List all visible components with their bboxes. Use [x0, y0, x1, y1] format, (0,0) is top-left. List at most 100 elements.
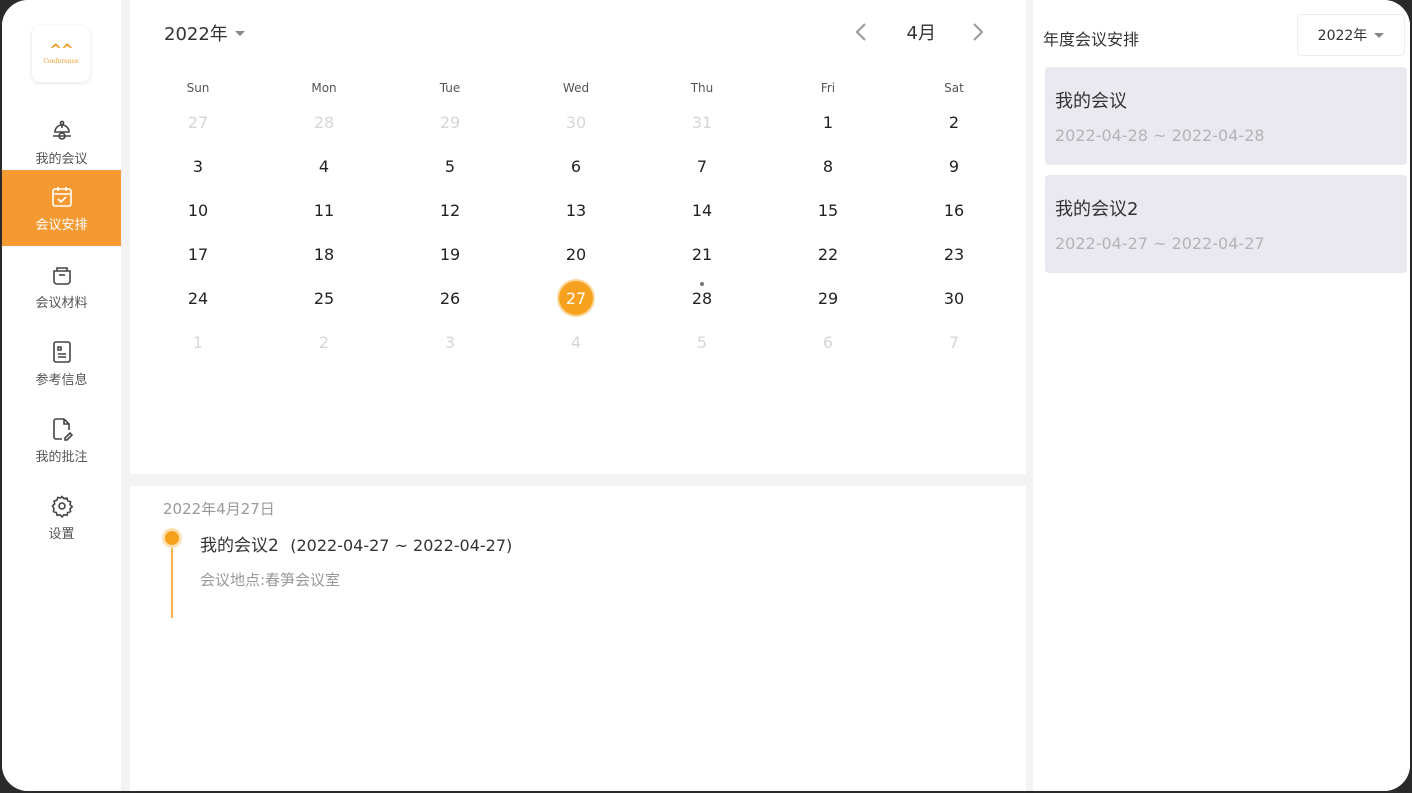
agenda-event-range: (2022-04-27 ~ 2022-04-27) [290, 536, 513, 555]
calendar-day[interactable]: 6 [513, 144, 639, 188]
calendar-day[interactable]: 1 [765, 100, 891, 144]
weekday-label: Sun [186, 81, 210, 95]
calendar-day-number: 2 [318, 332, 330, 352]
calendar-day[interactable]: 18 [261, 232, 387, 276]
calendar-day[interactable]: 2 [261, 320, 387, 364]
calendar-day[interactable]: 9 [891, 144, 1017, 188]
calendar-day[interactable]: 10 [135, 188, 261, 232]
calendar-days: 27 28 29 30 31 1 2 3 4 5 6 7 8 9 10 11 12 13 14 15 16 17 18 19 2… [130, 100, 1026, 364]
sidebar-item-reference-info[interactable]: 参考信息 [2, 325, 121, 401]
calendar-day-number: 26 [439, 288, 461, 308]
calendar-day-number: 15 [817, 200, 839, 220]
sidebar: ^^ Conference 我的会议 会议安排 会议材料 参考信息 我的批注 设… [2, 0, 121, 791]
calendar-day[interactable]: 5 [639, 320, 765, 364]
logo-mark: ^^ [49, 41, 73, 59]
annual-schedule-title: 年度会议安排 [1043, 30, 1140, 49]
calendar-day-number: 31 [691, 112, 713, 132]
calendar-day-number: 6 [822, 332, 834, 352]
calendar-day-number: 5 [444, 156, 456, 176]
calendar-day[interactable]: 2 [891, 100, 1017, 144]
weekday-label: Fri [820, 81, 836, 95]
meeting-card[interactable]: 我的会议2 2022-04-27 ~ 2022-04-27 [1045, 175, 1407, 273]
calendar-day-number: 14 [691, 200, 713, 220]
calendar-day-number: 30 [565, 112, 587, 132]
logo-text: Conference [43, 58, 79, 65]
agenda-event[interactable]: 我的会议2 (2022-04-27 ~ 2022-04-27) [200, 531, 512, 556]
prev-month-button[interactable] [849, 19, 873, 45]
next-month-button[interactable] [966, 19, 990, 45]
calendar-day-number: 27 [559, 281, 593, 315]
calendar-day[interactable]: 31 [639, 100, 765, 144]
calendar-day[interactable]: 30 [513, 100, 639, 144]
calendar-day[interactable]: 28 [639, 276, 765, 320]
calendar-day[interactable]: 28 [261, 100, 387, 144]
calendar-day[interactable]: 8 [765, 144, 891, 188]
calendar-day[interactable]: 3 [135, 144, 261, 188]
caret-down-icon [1374, 32, 1385, 38]
calendar-day-number: 12 [439, 200, 461, 220]
current-month: 4月 [906, 23, 936, 44]
calendar-day[interactable]: 24 [135, 276, 261, 320]
calendar-day[interactable]: 3 [387, 320, 513, 364]
calendar-day[interactable]: 17 [135, 232, 261, 276]
calendar-day[interactable]: 6 [765, 320, 891, 364]
calendar-day-number: 20 [565, 244, 587, 264]
sidebar-item-meeting-materials[interactable]: 会议材料 [2, 248, 121, 324]
calendar-day-number: 3 [192, 156, 204, 176]
agenda-date: 2022年4月27日 [163, 500, 275, 518]
calendar-day[interactable]: 11 [261, 188, 387, 232]
calendar-day[interactable]: 29 [765, 276, 891, 320]
document-icon [49, 339, 75, 365]
calendar-day-selected[interactable]: 27 [513, 276, 639, 320]
calendar-day[interactable]: 7 [639, 144, 765, 188]
calendar-day[interactable]: 20 [513, 232, 639, 276]
calendar-day[interactable]: 13 [513, 188, 639, 232]
meeting-card[interactable]: 我的会议 2022-04-28 ~ 2022-04-28 [1045, 67, 1407, 165]
calendar-day[interactable]: 23 [891, 232, 1017, 276]
calendar-day-number: 28 [691, 288, 713, 308]
calendar-day[interactable]: 27 [135, 100, 261, 144]
sidebar-item-label: 会议材料 [35, 295, 88, 311]
calendar-day[interactable]: 30 [891, 276, 1017, 320]
calendar-day[interactable]: 25 [261, 276, 387, 320]
meeting-icon [49, 118, 75, 144]
calendar-day[interactable]: 19 [387, 232, 513, 276]
weekday-label: Wed [562, 81, 590, 95]
calendar-day-number: 17 [187, 244, 209, 264]
calendar-day[interactable]: 4 [261, 144, 387, 188]
calendar-day[interactable]: 21 [639, 232, 765, 276]
calendar-day[interactable]: 1 [135, 320, 261, 364]
calendar-day[interactable]: 14 [639, 188, 765, 232]
calendar-day[interactable]: 16 [891, 188, 1017, 232]
calendar-day-number: 8 [822, 156, 834, 176]
sidebar-item-settings[interactable]: 设置 [2, 479, 121, 555]
calendar-day-number: 23 [943, 244, 965, 264]
calendar-day[interactable]: 26 [387, 276, 513, 320]
sidebar-item-my-annotations[interactable]: 我的批注 [2, 402, 121, 478]
calendar-day-number: 27 [187, 112, 209, 132]
calendar-day-number: 6 [570, 156, 582, 176]
year-dropdown[interactable]: 2022年 [164, 20, 245, 46]
calendar-day-number: 25 [313, 288, 335, 308]
calendar-day[interactable]: 22 [765, 232, 891, 276]
calendar-day[interactable]: 15 [765, 188, 891, 232]
calendar-day[interactable]: 12 [387, 188, 513, 232]
calendar-day[interactable]: 4 [513, 320, 639, 364]
calendar-day[interactable]: 7 [891, 320, 1017, 364]
calendar-day-number: 4 [318, 156, 330, 176]
weekday-header: Sun Mon Tue Wed Thu Fri Sat [130, 76, 1026, 100]
calendar-day-number: 16 [943, 200, 965, 220]
calendar-day[interactable]: 5 [387, 144, 513, 188]
gear-icon [49, 493, 75, 519]
sidebar-item-meeting-schedule[interactable]: 会议安排 [2, 170, 121, 246]
agenda-event-location: 会议地点:春笋会议室 [200, 571, 341, 589]
weekday-label: Mon [311, 81, 337, 95]
app-window: ^^ Conference 我的会议 会议安排 会议材料 参考信息 我的批注 设… [2, 0, 1410, 791]
calendar-day-number: 29 [817, 288, 839, 308]
calendar-day-number: 28 [313, 112, 335, 132]
annual-year-dropdown[interactable]: 2022年 [1297, 14, 1405, 56]
sidebar-item-my-meetings[interactable]: 我的会议 [2, 104, 121, 180]
file-edit-icon [49, 416, 75, 442]
meeting-card-range: 2022-04-27 ~ 2022-04-27 [1055, 234, 1265, 253]
calendar-day[interactable]: 29 [387, 100, 513, 144]
